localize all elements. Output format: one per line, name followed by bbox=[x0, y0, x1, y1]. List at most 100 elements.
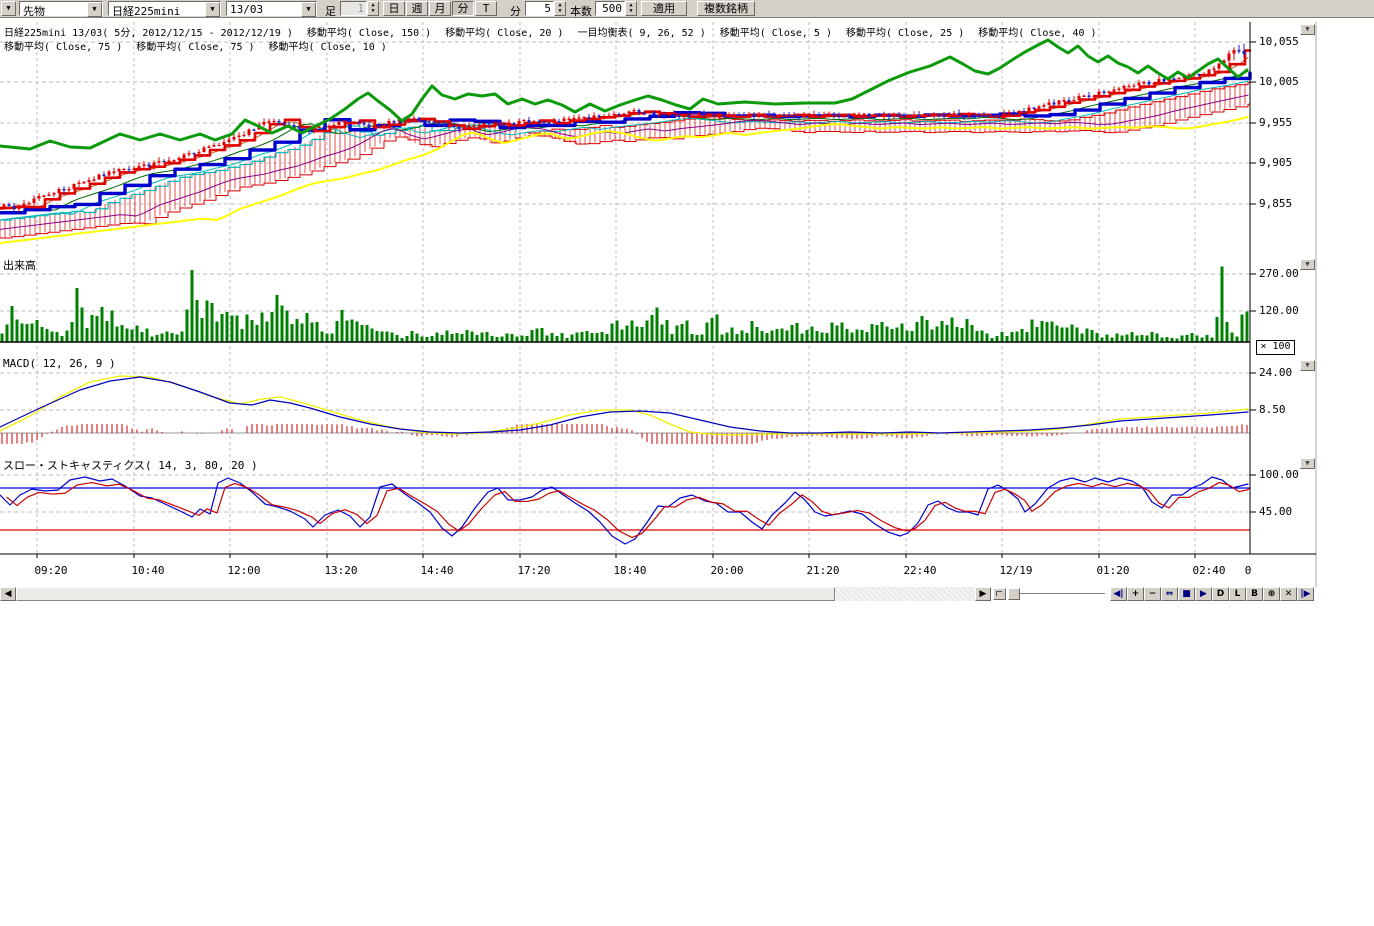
menu-dropdown-button[interactable]: ▼ bbox=[1, 1, 16, 16]
apply-button[interactable]: 適用 bbox=[641, 1, 687, 16]
chevron-down-icon[interactable]: ▼ bbox=[301, 2, 316, 17]
stoch-panel-dropdown-button[interactable]: ▼ bbox=[1300, 458, 1315, 469]
bar-interval-spinner[interactable]: ▲▼ bbox=[367, 1, 379, 16]
chevron-down-icon[interactable]: ▼ bbox=[205, 2, 220, 17]
time-tick-label: 01:20 bbox=[1096, 564, 1129, 577]
chevron-down-icon: ▼ bbox=[1305, 260, 1309, 268]
time-tick-label: 12:00 bbox=[227, 564, 260, 577]
indicator-header-line1: 日経225mini 13/03( 5分, 2012/12/15 - 2012/1… bbox=[4, 24, 1097, 39]
l-mode-button[interactable]: L bbox=[1229, 587, 1246, 601]
time-tick-label: 20:00 bbox=[710, 564, 743, 577]
axis-tick-label: 9,905 bbox=[1259, 156, 1292, 169]
chevron-down-icon: ▼ bbox=[1305, 361, 1309, 369]
macd-panel-label: MACD( 12, 26, 9 ) bbox=[3, 357, 116, 370]
time-tick-label: 13:20 bbox=[324, 564, 357, 577]
time-tick-label: 17:20 bbox=[517, 564, 550, 577]
count-label: 本数 bbox=[570, 3, 592, 19]
axis-tick-label: 100.00 bbox=[1259, 468, 1299, 481]
period-minute-button[interactable]: 分 bbox=[452, 1, 474, 16]
scroll-right-button[interactable]: ▶ bbox=[975, 587, 991, 601]
multi-symbol-button[interactable]: 複数銘柄 bbox=[697, 1, 755, 16]
contract-value: 13/03 bbox=[230, 3, 263, 16]
symbol-combobox[interactable]: 日経225mini ▼ bbox=[108, 1, 221, 16]
d-mode-button[interactable]: D bbox=[1212, 587, 1229, 601]
toolbar: ▼ 先物 ▼ 日経225mini ▼ 13/03 ▼ 足 1 ▲▼ 日 週 月 … bbox=[0, 0, 1374, 18]
indicator-label: 移動平均( Close, 10 ) bbox=[269, 38, 387, 53]
play-button[interactable]: ▶ bbox=[1195, 587, 1212, 601]
time-tick-label: 22:40 bbox=[903, 564, 936, 577]
period-week-button[interactable]: 週 bbox=[406, 1, 428, 16]
chevron-down-icon: ▼ bbox=[1305, 25, 1309, 33]
close-button[interactable]: ✕ bbox=[1280, 587, 1297, 601]
volume-multiplier: × 100 bbox=[1256, 340, 1295, 355]
scroll-left-button[interactable]: ◀ bbox=[0, 587, 16, 601]
stoch-panel-label: スロー・ストキャスティクス( 14, 3, 80, 20 ) bbox=[3, 457, 258, 473]
b-mode-button[interactable]: B bbox=[1246, 587, 1263, 601]
splitter-grip[interactable] bbox=[993, 588, 1006, 600]
zoom-in-button[interactable]: + bbox=[1127, 587, 1144, 601]
time-tick-label: 14:40 bbox=[420, 564, 453, 577]
scale-slider[interactable] bbox=[1010, 593, 1105, 597]
indicator-label: 一目均衡表( 9, 26, 52 ) bbox=[577, 24, 705, 39]
time-tick-label: 09:20 bbox=[34, 564, 67, 577]
category-value: 先物 bbox=[23, 3, 45, 19]
chevron-down-icon: ▼ bbox=[6, 4, 10, 12]
time-tick-label: 02:40 bbox=[1192, 564, 1225, 577]
minute-label: 分 bbox=[510, 3, 521, 19]
axis-tick-label: 120.00 bbox=[1259, 304, 1299, 317]
bar-interval-input[interactable]: 1 bbox=[340, 1, 367, 16]
minute-value-input[interactable]: 5 bbox=[525, 1, 554, 16]
contract-combobox[interactable]: 13/03 ▼ bbox=[226, 1, 317, 16]
axis-tick-label: 8.50 bbox=[1259, 403, 1286, 416]
indicator-label: 移動平均( Close, 40 ) bbox=[978, 24, 1096, 39]
step-forward-button[interactable]: |▶ bbox=[1297, 587, 1314, 601]
bar-label: 足 bbox=[325, 3, 336, 19]
scale-slider-thumb[interactable] bbox=[1008, 588, 1020, 600]
horizontal-scrollbar-thumb[interactable] bbox=[16, 587, 835, 601]
count-value-input[interactable]: 500 bbox=[595, 1, 625, 16]
indicator-label: 移動平均( Close, 5 ) bbox=[720, 24, 832, 39]
period-tick-button[interactable]: T bbox=[475, 1, 497, 16]
minute-spinner[interactable]: ▲▼ bbox=[554, 1, 566, 16]
time-tick-label: 18:40 bbox=[613, 564, 646, 577]
chart-plot-area[interactable]: 日経225mini 13/03( 5分, 2012/12/15 - 2012/1… bbox=[0, 18, 1374, 604]
arrow-left-icon: ◀ bbox=[5, 589, 12, 599]
symbol-value: 日経225mini bbox=[112, 3, 180, 19]
category-combobox[interactable]: 先物 ▼ bbox=[19, 1, 103, 16]
chevron-down-icon: ▼ bbox=[1305, 459, 1309, 467]
axis-tick-label: 10,055 bbox=[1259, 35, 1299, 48]
axis-tick-label: 270.00 bbox=[1259, 267, 1299, 280]
indicator-label: 移動平均( Close, 25 ) bbox=[846, 24, 964, 39]
axis-tick-label: 9,855 bbox=[1259, 197, 1292, 210]
axis-tick-label: 9,955 bbox=[1259, 116, 1292, 129]
time-tick-label: 10:40 bbox=[131, 564, 164, 577]
zoom-out-button[interactable]: − bbox=[1144, 587, 1161, 601]
chart-application-window: ▼ 先物 ▼ 日経225mini ▼ 13/03 ▼ 足 1 ▲▼ 日 週 月 … bbox=[0, 0, 1374, 926]
count-spinner[interactable]: ▲▼ bbox=[625, 1, 637, 16]
indicator-label: 移動平均( Close, 150 ) bbox=[307, 24, 431, 39]
indicator-label: 移動平均( Close, 75 ) bbox=[4, 38, 122, 53]
volume-panel-dropdown-button[interactable]: ▼ bbox=[1300, 259, 1315, 270]
chart-canvas bbox=[0, 18, 1374, 604]
chevron-down-icon[interactable]: ▼ bbox=[87, 2, 102, 17]
fit-width-button[interactable]: ⇔ bbox=[1161, 587, 1178, 601]
arrow-right-icon: ▶ bbox=[980, 589, 987, 599]
stop-button[interactable]: ■ bbox=[1178, 587, 1195, 601]
time-tick-label: 21:20 bbox=[806, 564, 839, 577]
crosshair-button[interactable]: ⊕ bbox=[1263, 587, 1280, 601]
period-day-button[interactable]: 日 bbox=[383, 1, 405, 16]
period-month-button[interactable]: 月 bbox=[429, 1, 451, 16]
indicator-label: 日経225mini 13/03( 5分, 2012/12/15 - 2012/1… bbox=[4, 24, 293, 39]
indicator-label: 移動平均( Close, 75 ) bbox=[136, 38, 254, 53]
indicator-header-line2: 移動平均( Close, 75 ) 移動平均( Close, 75 ) 移動平均( … bbox=[4, 38, 387, 53]
axis-tick-label: 10,005 bbox=[1259, 75, 1299, 88]
axis-tick-label: 45.00 bbox=[1259, 505, 1292, 518]
macd-panel-dropdown-button[interactable]: ▼ bbox=[1300, 360, 1315, 371]
axis-tick-label: 24.00 bbox=[1259, 366, 1292, 379]
step-back-button[interactable]: ◀| bbox=[1110, 587, 1127, 601]
bottom-navigation-bar: ◀ ▶ ◀|+−⇔■▶DLB⊕✕|▶ bbox=[0, 587, 1374, 602]
price-panel-dropdown-button[interactable]: ▼ bbox=[1300, 24, 1315, 35]
time-tick-label: 0 bbox=[1245, 564, 1252, 577]
indicator-label: 移動平均( Close, 20 ) bbox=[445, 24, 563, 39]
volume-panel-label: 出来高 bbox=[3, 257, 36, 273]
